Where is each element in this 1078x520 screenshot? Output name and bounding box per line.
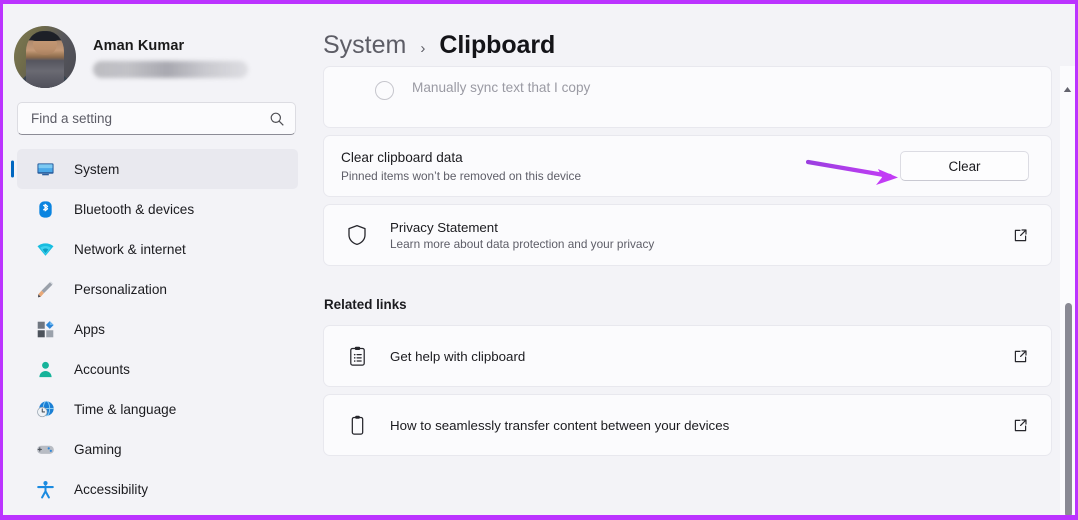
related-link-label: How to seamlessly transfer content betwe… [390,417,730,433]
privacy-statement-card[interactable]: Privacy Statement Learn more about data … [323,204,1052,266]
privacy-statement-subtitle: Learn more about data protection and you… [390,236,655,251]
sidebar-item-label: Apps [74,321,105,337]
user-profile[interactable]: Aman Kumar [3,18,310,90]
sidebar-item-label: Accessibility [74,481,149,497]
sidebar-item-time-language[interactable]: Time & language [17,389,298,429]
system-monitor-icon [35,159,55,179]
accessibility-icon [35,479,55,499]
sidebar-item-apps[interactable]: Apps [17,309,298,349]
settings-window: Aman Kumar Find a setting System Bluetoo… [0,0,1078,520]
profile-name: Aman Kumar [93,38,185,54]
clipboard-list-icon [344,343,370,369]
clear-button[interactable]: Clear [900,151,1029,181]
privacy-statement-title: Privacy Statement [390,219,498,235]
sidebar-item-label: Bluetooth & devices [74,201,195,217]
gamepad-icon [35,439,55,459]
chevron-right-icon: › [420,40,426,57]
clear-clipboard-subtitle: Pinned items won’t be removed on this de… [341,169,581,184]
breadcrumb-root[interactable]: System [323,31,406,60]
sidebar-item-personalization[interactable]: Personalization [17,269,298,309]
sidebar-item-accounts[interactable]: Accounts [17,349,298,389]
wifi-icon [35,239,55,259]
clock-globe-icon [35,399,55,419]
scroll-up-arrow-icon[interactable] [1063,80,1072,92]
paintbrush-icon [35,279,55,299]
shield-icon [344,222,370,248]
content-pane: System › Clipboard Manually sync text th… [310,4,1075,515]
sidebar-item-label: Network & internet [74,241,186,257]
external-link-icon [1012,348,1029,365]
sidebar-item-label: Time & language [74,401,177,417]
search-icon [269,111,285,127]
person-icon [35,359,55,379]
sidebar: Aman Kumar Find a setting System Bluetoo… [3,4,310,515]
clear-clipboard-card: Clear clipboard data Pinned items won’t … [323,135,1052,197]
search-box[interactable] [17,102,296,135]
settings-cards: Manually sync text that I copy Clear cli… [323,66,1075,456]
clear-clipboard-title: Clear clipboard data [341,149,463,165]
bluetooth-icon [35,199,55,219]
sidebar-nav: System Bluetooth & devices Network & int… [3,149,310,509]
external-link-icon [1012,417,1029,434]
sidebar-item-system[interactable]: System [17,149,298,189]
radio-manual-sync-label: Manually sync text that I copy [412,80,591,95]
related-link-transfer-content[interactable]: How to seamlessly transfer content betwe… [323,394,1052,456]
sidebar-item-accessibility[interactable]: Accessibility [17,469,298,509]
search-input[interactable] [31,111,269,126]
scrollbar[interactable] [1060,4,1075,515]
sidebar-item-gaming[interactable]: Gaming [17,429,298,469]
apps-grid-icon [35,319,55,339]
sync-option-card: Manually sync text that I copy [323,66,1052,128]
sidebar-item-label: System [74,161,120,177]
sidebar-item-bluetooth-devices[interactable]: Bluetooth & devices [17,189,298,229]
profile-email-redacted [93,61,248,78]
clipboard-icon [344,412,370,438]
scrollbar-thumb[interactable] [1065,303,1072,515]
page-title: Clipboard [439,31,556,59]
breadcrumb: System › Clipboard [323,4,1075,66]
sidebar-item-label: Personalization [74,281,167,297]
external-link-icon [1012,227,1029,244]
related-links-heading: Related links [324,297,407,312]
sidebar-item-label: Gaming [74,441,122,457]
related-link-label: Get help with clipboard [390,348,526,364]
related-link-get-help[interactable]: Get help with clipboard [323,325,1052,387]
avatar[interactable] [14,26,76,88]
radio-manual-sync[interactable] [375,81,394,100]
sidebar-item-label: Accounts [74,361,130,377]
sidebar-item-network-internet[interactable]: Network & internet [17,229,298,269]
